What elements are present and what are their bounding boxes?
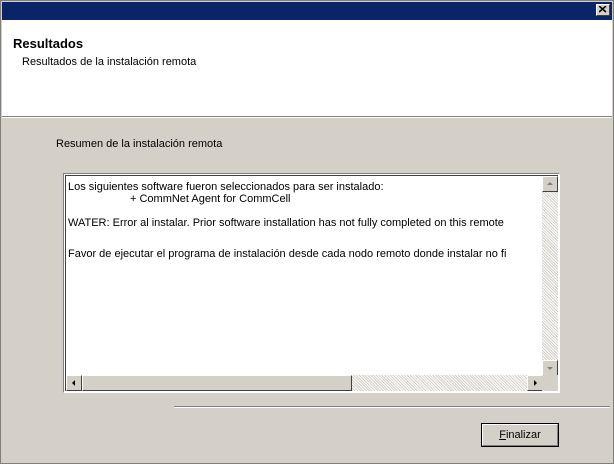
finish-mnemonic: F xyxy=(499,429,506,441)
summary-label: Resumen de la instalación remota xyxy=(56,138,223,150)
installer-window: Resultados Resultados de la instalación … xyxy=(0,0,614,464)
scroll-up-button[interactable] xyxy=(542,176,558,192)
page-title: Resultados xyxy=(13,36,84,51)
summary-line: Los siguientes software fueron seleccion… xyxy=(68,181,384,193)
title-bar xyxy=(2,2,612,20)
scrollbar-corner xyxy=(542,375,558,391)
header-panel: Resultados Resultados de la instalación … xyxy=(2,20,612,117)
summary-textbox[interactable]: Los siguientes software fueron seleccion… xyxy=(63,173,560,393)
scroll-down-button[interactable] xyxy=(542,360,558,376)
finish-label: inalizar xyxy=(505,429,541,441)
header-separator xyxy=(2,117,612,118)
summary-line: WATER: Error al instalar. Prior software… xyxy=(68,217,504,229)
arrow-right-icon xyxy=(534,380,537,386)
arrow-up-icon xyxy=(547,182,553,185)
arrow-down-icon xyxy=(547,367,553,370)
page-subtitle: Resultados de la instalación remota xyxy=(22,56,197,68)
finish-button[interactable]: Finalizar xyxy=(481,423,559,447)
horizontal-scrollbar[interactable] xyxy=(66,375,543,391)
horizontal-scroll-thumb[interactable] xyxy=(82,375,352,391)
arrow-left-icon xyxy=(72,380,75,386)
footer-divider xyxy=(174,406,610,408)
summary-line: + CommNet Agent for CommCell xyxy=(130,193,291,205)
vertical-scrollbar[interactable] xyxy=(542,176,558,376)
close-icon xyxy=(599,6,607,13)
scroll-right-button[interactable] xyxy=(527,375,543,391)
summary-text[interactable]: Los siguientes software fueron seleccion… xyxy=(68,178,544,372)
close-button[interactable] xyxy=(596,4,610,16)
scroll-left-button[interactable] xyxy=(66,375,82,391)
summary-line: Favor de ejecutar el programa de instala… xyxy=(68,248,507,260)
